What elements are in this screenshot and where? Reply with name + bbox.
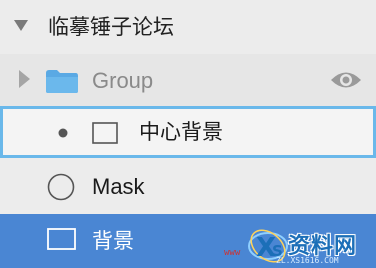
folder-icon [46,70,78,93]
rectangle-shape-icon [47,228,76,250]
eye-icon[interactable] [330,69,362,91]
background-label: 背景 [92,229,134,253]
oval-shape-icon [47,173,75,201]
rectangle-shape-icon [92,122,118,144]
watermark-url: ZL.XS1616.COM [276,256,339,265]
watermark: X S www 资料网 ZL.XS1616.COM [224,226,374,266]
layer-row-artboard[interactable]: 临摹锤子论坛 [0,0,376,54]
disclosure-triangle-right-icon[interactable] [19,70,30,88]
layer-row-background[interactable]: 背景 X S www 资料网 ZL.XS1616.COM [0,214,376,268]
central-bg-label: 中心背景 [139,120,223,144]
disclosure-triangle-down-icon[interactable] [14,20,28,32]
group-label: Group [92,68,154,93]
artboard-label: 临摹锤子论坛 [48,15,174,39]
bullet-dot-icon [58,128,68,138]
layer-row-central-bg[interactable]: 中心背景 [0,106,376,158]
layer-row-group[interactable]: Group [0,54,376,106]
watermark-www: www [224,248,241,258]
mask-label: Mask [92,174,145,199]
layer-row-mask[interactable]: Mask [0,158,376,214]
